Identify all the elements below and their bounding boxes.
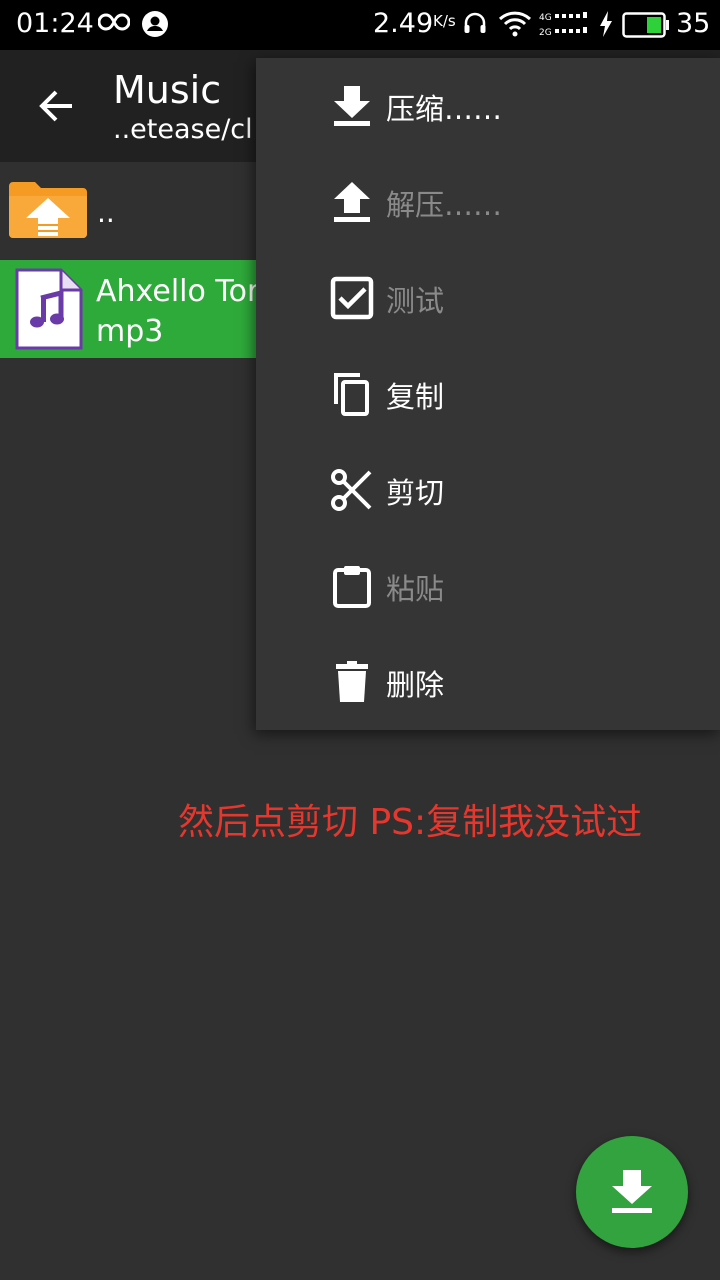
network-speed: 2.49 <box>373 8 434 39</box>
battery-level: 35 <box>676 8 711 39</box>
menu-item-test[interactable]: 测试 <box>256 250 720 346</box>
battery-icon <box>622 12 670 42</box>
signal-icon: 4G 2G <box>539 10 593 44</box>
upload-icon <box>330 180 374 224</box>
clipboard-icon <box>330 564 374 608</box>
folder-up-icon <box>7 180 89 244</box>
status-time: 01:24 <box>16 8 94 39</box>
menu-item-copy[interactable]: 复制 <box>256 346 720 442</box>
menu-label-extract: 解压…… <box>386 188 503 222</box>
download-icon <box>612 1170 652 1213</box>
menu-label-delete: 删除 <box>386 668 445 702</box>
menu-item-extract[interactable]: 解压…… <box>256 154 720 250</box>
status-bar: 01:24 2.49 K/s 4G 2G 35 <box>0 0 720 50</box>
parent-folder-label: .. <box>97 196 115 229</box>
menu-item-compress[interactable]: 压缩…… <box>256 58 720 154</box>
music-file-icon <box>15 268 83 354</box>
scissors-icon <box>330 468 374 512</box>
avatar-icon <box>141 10 169 42</box>
menu-label-compress: 压缩…… <box>386 92 503 126</box>
path-subtitle: ..etease/cl <box>113 114 253 145</box>
fab-download-button[interactable] <box>576 1136 688 1248</box>
menu-label-test: 测试 <box>386 284 445 318</box>
menu-item-delete[interactable]: 删除 <box>256 634 720 730</box>
menu-item-cut[interactable]: 剪切 <box>256 442 720 538</box>
wifi-icon <box>498 10 532 42</box>
context-menu: 压缩…… 解压…… 测试 复制 剪切 粘贴 删除 <box>256 58 720 730</box>
menu-label-copy: 复制 <box>386 380 445 414</box>
page-title: Music <box>113 68 222 112</box>
network-speed-unit: K/s <box>433 12 456 30</box>
download-icon <box>330 84 374 128</box>
checkbox-icon <box>330 276 374 320</box>
svg-text:4G: 4G <box>539 13 552 23</box>
arrow-left-icon[interactable] <box>36 86 76 126</box>
file-name: Ahxello Tor mp3 <box>96 274 260 349</box>
screen: 01:24 2.49 K/s 4G 2G 35 Music ..etease/c… <box>0 0 720 1280</box>
headset-icon <box>463 11 487 41</box>
menu-label-paste: 粘贴 <box>386 572 445 606</box>
menu-label-cut: 剪切 <box>386 476 445 510</box>
trash-icon <box>330 660 374 704</box>
copy-icon <box>330 372 374 416</box>
menu-item-paste[interactable]: 粘贴 <box>256 538 720 634</box>
annotation-text: 然后点剪切 PS:复制我没试过 <box>178 802 643 843</box>
charging-icon <box>598 10 614 42</box>
infinity-icon <box>97 12 131 36</box>
svg-text:2G: 2G <box>539 28 552 38</box>
